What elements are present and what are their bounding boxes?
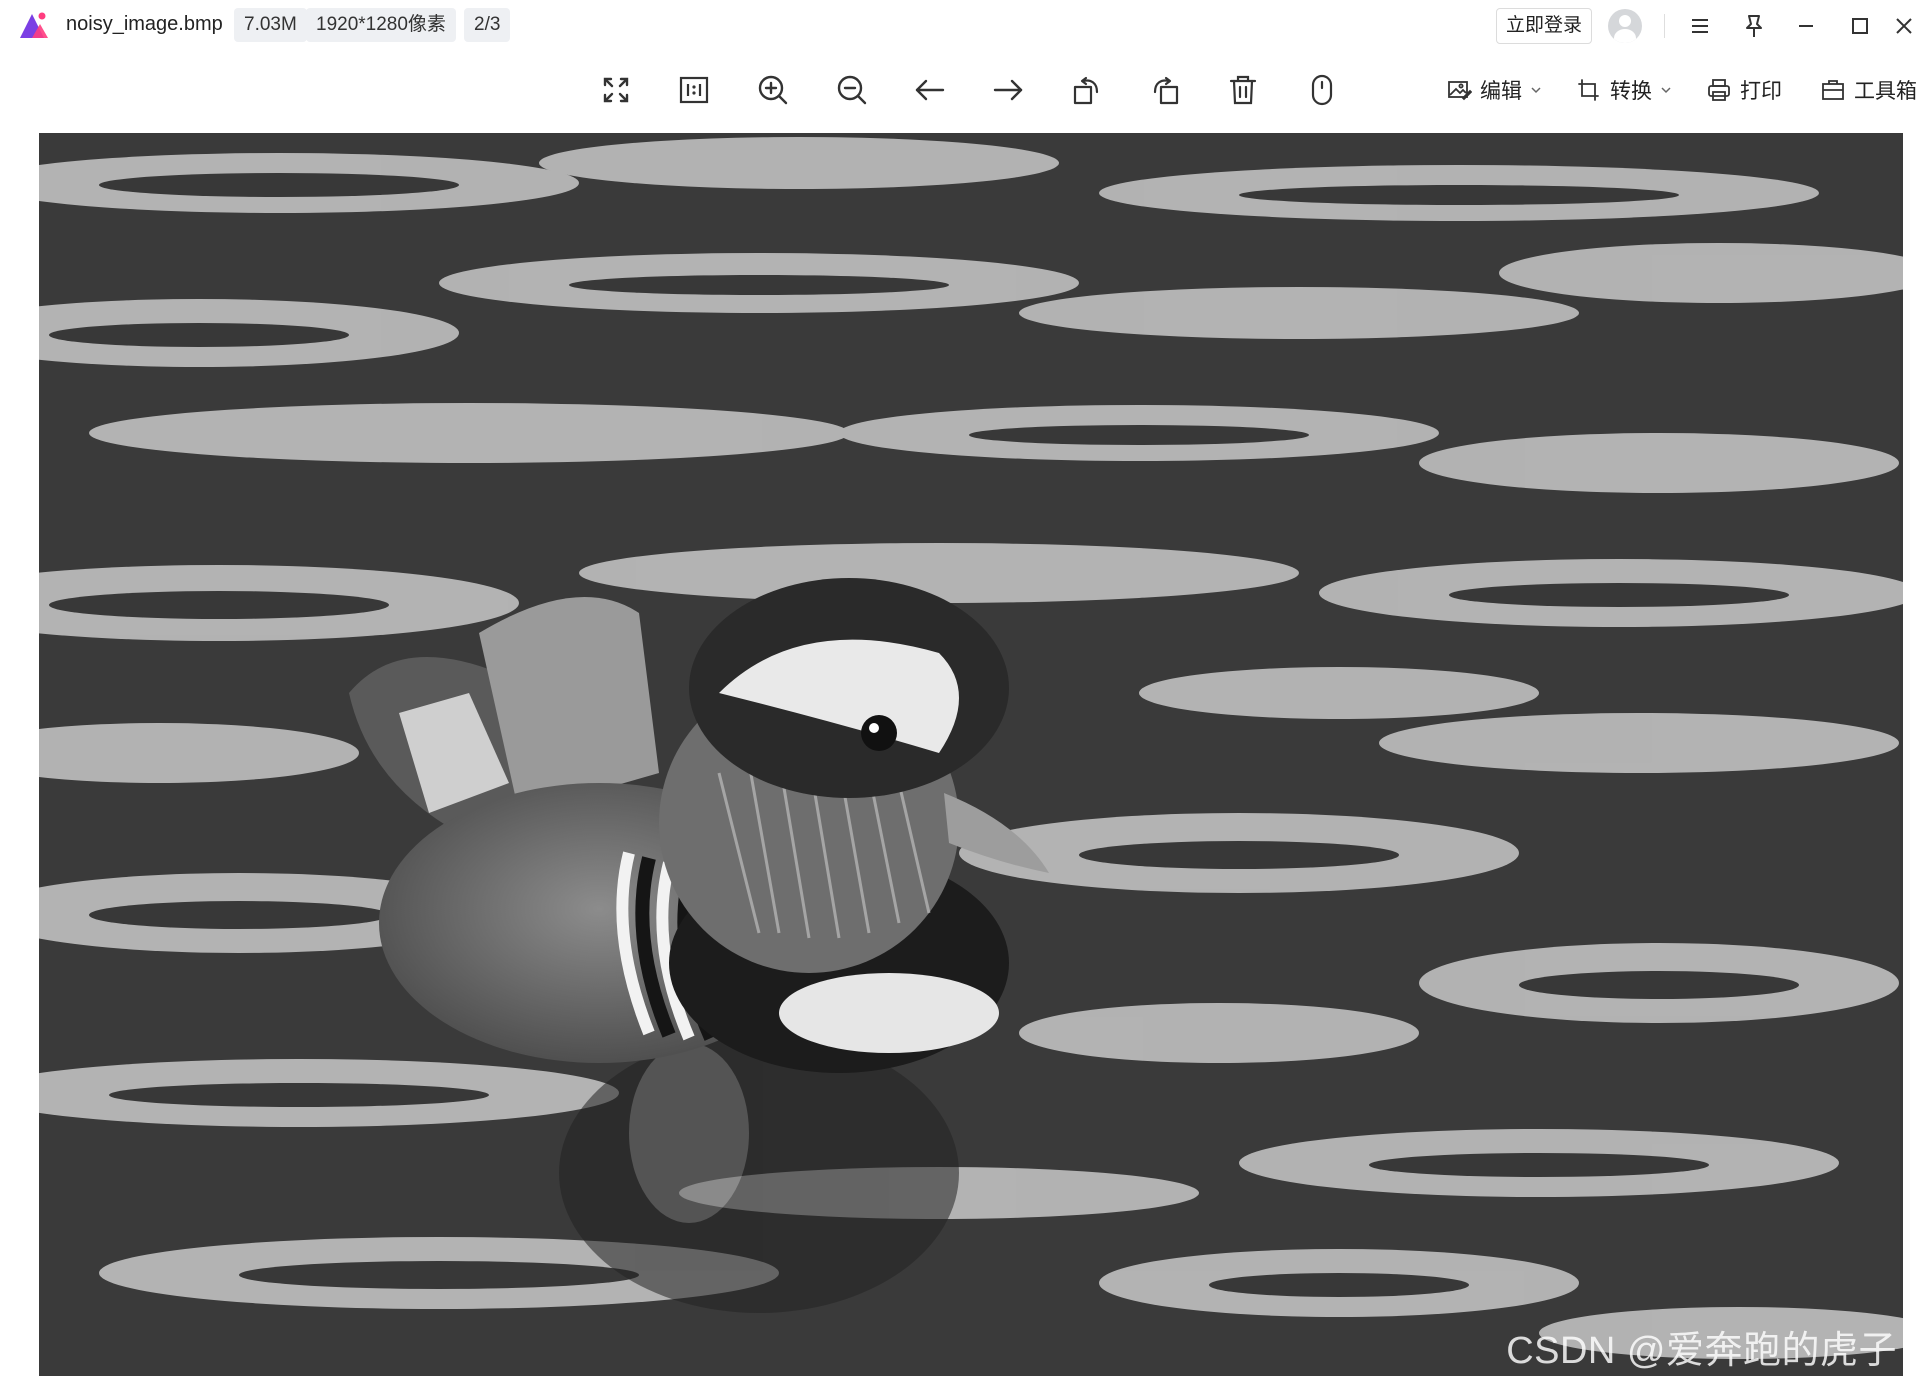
next-icon[interactable] (988, 70, 1028, 110)
dimensions-badge: 1920*1280像素 (306, 8, 456, 42)
file-size-badge: 7.03M (234, 8, 307, 42)
toolbox-label: 工具箱 (1854, 80, 1917, 103)
previous-icon[interactable] (910, 70, 950, 110)
app-logo-icon (18, 10, 54, 40)
delete-icon[interactable] (1223, 70, 1263, 110)
zoom-in-icon[interactable] (753, 70, 793, 110)
chevron-down-icon (1661, 87, 1671, 94)
print-button[interactable]: 打印 (1706, 70, 1782, 110)
edit-label: 编辑 (1480, 80, 1522, 103)
menu-icon[interactable] (1682, 8, 1718, 44)
close-icon[interactable] (1886, 8, 1922, 44)
file-name: noisy_image.bmp (66, 13, 223, 35)
printer-icon (1708, 79, 1730, 101)
image-viewport[interactable]: CSDN @爱奔跑的虎子 (39, 133, 1903, 1376)
chevron-down-icon (1531, 87, 1541, 94)
avatar[interactable] (1608, 9, 1642, 43)
photo-mandarin-duck (39, 133, 1903, 1376)
title-bar: noisy_image.bmp 7.03M 1920*1280像素 2/3 立即… (0, 0, 1924, 52)
minimize-icon[interactable] (1788, 8, 1824, 44)
fullscreen-icon[interactable] (596, 70, 636, 110)
image-edit-icon (1448, 81, 1472, 101)
toolbox-icon (1822, 80, 1844, 100)
login-button[interactable]: 立即登录 (1496, 8, 1592, 44)
convert-icon (1578, 79, 1599, 101)
zoom-out-icon[interactable] (832, 70, 872, 110)
toolbox-button[interactable]: 工具箱 (1820, 70, 1917, 110)
edit-menu[interactable]: 编辑 (1446, 70, 1542, 110)
mouse-icon[interactable] (1302, 70, 1342, 110)
convert-label: 转换 (1610, 80, 1652, 103)
convert-menu[interactable]: 转换 (1576, 70, 1672, 110)
watermark-text: CSDN @爱奔跑的虎子 (1506, 1330, 1897, 1372)
pin-icon[interactable] (1736, 8, 1772, 44)
rotate-right-icon[interactable] (1145, 70, 1185, 110)
image-index-badge: 2/3 (464, 8, 511, 42)
rotate-left-icon[interactable] (1067, 70, 1107, 110)
print-label: 打印 (1740, 80, 1782, 103)
divider (1664, 14, 1665, 38)
maximize-icon[interactable] (1842, 8, 1878, 44)
actual-size-icon[interactable] (674, 70, 714, 110)
